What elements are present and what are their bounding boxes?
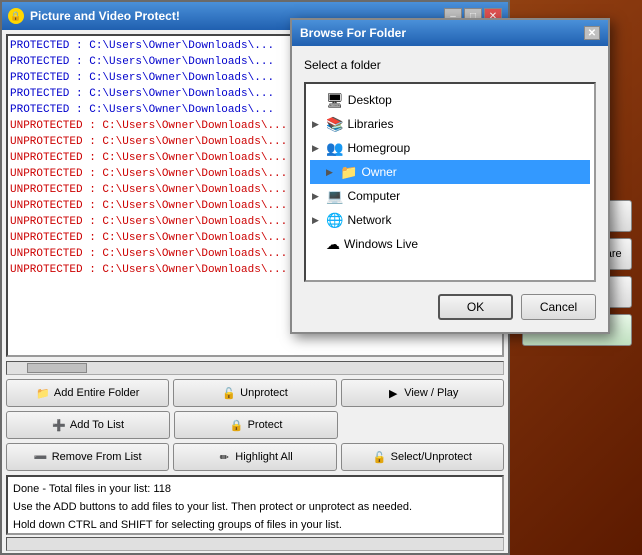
scroll-thumb[interactable] xyxy=(27,363,87,373)
tree-arrow-icon: ▶ xyxy=(312,186,322,206)
button-row-3: ➖ Remove From List ✏ Highlight All 🔓 Sel… xyxy=(6,443,504,471)
title-bar-left: 🔒 Picture and Video Protect! xyxy=(8,8,180,24)
status-line-2: Use the ADD buttons to add files to your… xyxy=(13,498,497,516)
folder-icon: ☁ xyxy=(326,234,340,254)
tree-item-label: Owner xyxy=(361,162,396,182)
select-unprotect-icon: 🔓 xyxy=(373,450,387,464)
dialog-close-button[interactable]: ✕ xyxy=(584,26,600,40)
tree-item-label: Homegroup xyxy=(347,138,410,158)
horizontal-scrollbar[interactable] xyxy=(6,361,504,375)
view-play-button[interactable]: ▶ View / Play xyxy=(341,379,504,407)
tree-item-network[interactable]: ▶🌐Network xyxy=(310,208,590,232)
add-entire-folder-button[interactable]: 📁 Add Entire Folder xyxy=(6,379,169,407)
dialog-buttons: OK Cancel xyxy=(304,294,596,320)
protect-button[interactable]: 🔒 Protect xyxy=(174,411,338,439)
bottom-scrollbar[interactable] xyxy=(6,537,504,551)
tree-item-owner[interactable]: ▶📁Owner xyxy=(310,160,590,184)
tree-item-label: Libraries xyxy=(347,114,393,134)
tree-item-homegroup[interactable]: ▶👥Homegroup xyxy=(310,136,590,160)
dialog-prompt: Select a folder xyxy=(304,58,596,72)
tree-item-windows-live[interactable]: ☁Windows Live xyxy=(310,232,590,256)
dialog-title-text: Browse For Folder xyxy=(300,26,406,40)
folder-icon: 💻 xyxy=(326,186,343,206)
tree-item-libraries[interactable]: ▶📚Libraries xyxy=(310,112,590,136)
cancel-button[interactable]: Cancel xyxy=(521,294,596,320)
folder-icon: 👥 xyxy=(326,138,343,158)
status-line-3: Hold down CTRL and SHIFT for selecting g… xyxy=(13,516,497,534)
tree-item-label: Desktop xyxy=(348,90,392,110)
browse-folder-dialog: Browse For Folder ✕ Select a folder 🖥Des… xyxy=(290,18,610,334)
tree-item-label: Computer xyxy=(347,186,400,206)
button-row-2: ➕ Add To List 🔒 Protect xyxy=(6,411,504,439)
ok-button[interactable]: OK xyxy=(438,294,513,320)
folder-icon: 📁 xyxy=(340,162,357,182)
dialog-body: Select a folder 🖥Desktop▶📚Libraries▶👥Hom… xyxy=(292,46,608,332)
protect-icon: 🔒 xyxy=(230,418,244,432)
button-row-1: 📁 Add Entire Folder 🔓 Unprotect ▶ View /… xyxy=(6,379,504,407)
play-icon: ▶ xyxy=(386,386,400,400)
remove-from-list-button[interactable]: ➖ Remove From List xyxy=(6,443,169,471)
folder-icon: 📚 xyxy=(326,114,343,134)
folder-tree[interactable]: 🖥Desktop▶📚Libraries▶👥Homegroup▶📁Owner▶💻C… xyxy=(304,82,596,282)
tree-arrow-icon: ▶ xyxy=(312,114,322,134)
dialog-title-bar: Browse For Folder ✕ xyxy=(292,20,608,46)
tree-item-computer[interactable]: ▶💻Computer xyxy=(310,184,590,208)
unprotect-icon: 🔓 xyxy=(222,386,236,400)
add-to-list-button[interactable]: ➕ Add To List xyxy=(6,411,170,439)
status-line-1: Done - Total files in your list: 118 xyxy=(13,480,497,498)
tree-arrow-icon: ▶ xyxy=(312,138,322,158)
highlight-icon: ✏ xyxy=(217,450,231,464)
tree-arrow-icon: ▶ xyxy=(326,162,336,182)
tree-arrow-icon: ▶ xyxy=(312,210,322,230)
select-unprotect-button[interactable]: 🔓 Select/Unprotect xyxy=(341,443,504,471)
highlight-all-button[interactable]: ✏ Highlight All xyxy=(173,443,336,471)
unprotect-button[interactable]: 🔓 Unprotect xyxy=(173,379,336,407)
tree-item-label: Windows Live xyxy=(344,234,418,254)
folder-icon: 🌐 xyxy=(326,210,343,230)
tree-item-label: Network xyxy=(347,210,391,230)
app-icon: 🔒 xyxy=(8,8,24,24)
folder-icon: 📁 xyxy=(36,386,50,400)
remove-icon: ➖ xyxy=(34,450,48,464)
tree-item-desktop[interactable]: 🖥Desktop xyxy=(310,88,590,112)
main-title: Picture and Video Protect! xyxy=(30,9,180,23)
folder-icon: 🖥 xyxy=(326,90,344,110)
status-box: Done - Total files in your list: 118 Use… xyxy=(6,475,504,535)
add-icon: ➕ xyxy=(52,418,66,432)
